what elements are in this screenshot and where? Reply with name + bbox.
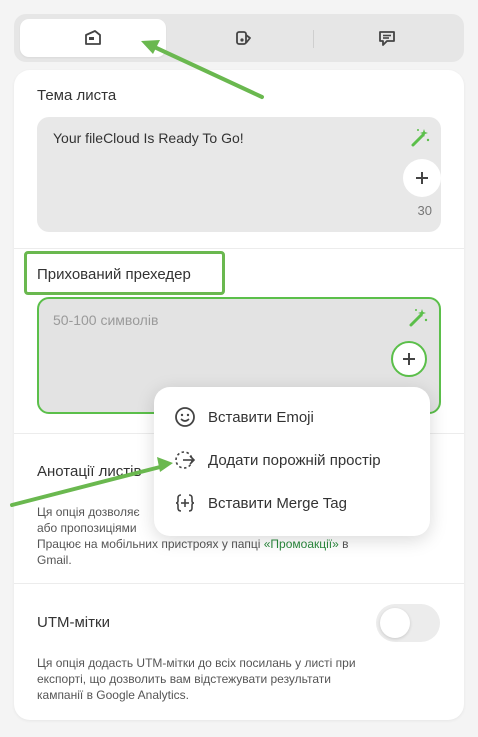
design-tag-icon bbox=[236, 31, 251, 45]
desc-line: кампанії в Google Analytics. bbox=[37, 688, 189, 702]
menu-item-label: Додати порожній простір bbox=[208, 451, 381, 469]
promotions-link[interactable]: «Промоакції» bbox=[264, 537, 339, 551]
insert-button[interactable] bbox=[403, 159, 441, 197]
menu-item-empty-space[interactable]: Додати порожній простір bbox=[174, 449, 381, 471]
emoji-icon bbox=[175, 407, 195, 427]
menu-item-emoji[interactable]: Вставити Emoji bbox=[174, 406, 314, 428]
subject-value: Your fileCloud Is Ready To Go! bbox=[53, 130, 244, 146]
plus-icon bbox=[416, 172, 428, 184]
toggle-knob bbox=[380, 608, 410, 638]
magic-wand-icon[interactable] bbox=[409, 127, 431, 149]
editor-tabs bbox=[14, 14, 464, 62]
subject-label: Тема листа bbox=[37, 87, 117, 104]
menu-item-merge-tag[interactable]: Вставити Merge Tag bbox=[174, 492, 347, 514]
subject-input[interactable]: Your fileCloud Is Ready To Go! 30 bbox=[37, 117, 441, 232]
desc-line: Gmail. bbox=[37, 553, 72, 567]
empty-space-icon bbox=[175, 451, 196, 469]
desc-text: Працює на мобільних пристроях у папці bbox=[37, 537, 264, 551]
email-content-icon bbox=[85, 30, 101, 45]
annotations-label: Анотації листів bbox=[37, 463, 142, 480]
insert-menu: Вставити Emoji Додати порожній простір В… bbox=[154, 387, 430, 536]
magic-wand-icon[interactable] bbox=[407, 307, 429, 329]
preheader-label: Прихований прехедер bbox=[37, 266, 191, 283]
subject-char-counter: 30 bbox=[417, 203, 432, 218]
comment-icon bbox=[379, 31, 395, 46]
preheader-placeholder: 50-100 символів bbox=[53, 312, 159, 328]
menu-item-label: Вставити Merge Tag bbox=[208, 494, 347, 512]
desc-line: експорті, що дозволить вам відстежувати … bbox=[37, 672, 331, 686]
section-divider bbox=[14, 248, 464, 249]
tab-comments[interactable] bbox=[314, 19, 460, 57]
plus-icon bbox=[403, 353, 415, 365]
tab-content[interactable] bbox=[20, 19, 166, 57]
section-divider bbox=[14, 583, 464, 584]
utm-toggle[interactable] bbox=[376, 604, 440, 642]
insert-button[interactable] bbox=[391, 341, 427, 377]
merge-tag-icon bbox=[175, 494, 195, 512]
desc-text: в bbox=[338, 537, 349, 551]
tab-design[interactable] bbox=[174, 19, 314, 57]
utm-label: UTM-мітки bbox=[37, 614, 110, 631]
desc-line: Ця опція додасть UTM-мітки до всіх посил… bbox=[37, 656, 356, 670]
utm-description: Ця опція додасть UTM-мітки до всіх посил… bbox=[37, 655, 356, 703]
menu-item-label: Вставити Emoji bbox=[208, 408, 314, 426]
desc-line: Працює на мобільних пристроях у папці «П… bbox=[37, 536, 349, 552]
